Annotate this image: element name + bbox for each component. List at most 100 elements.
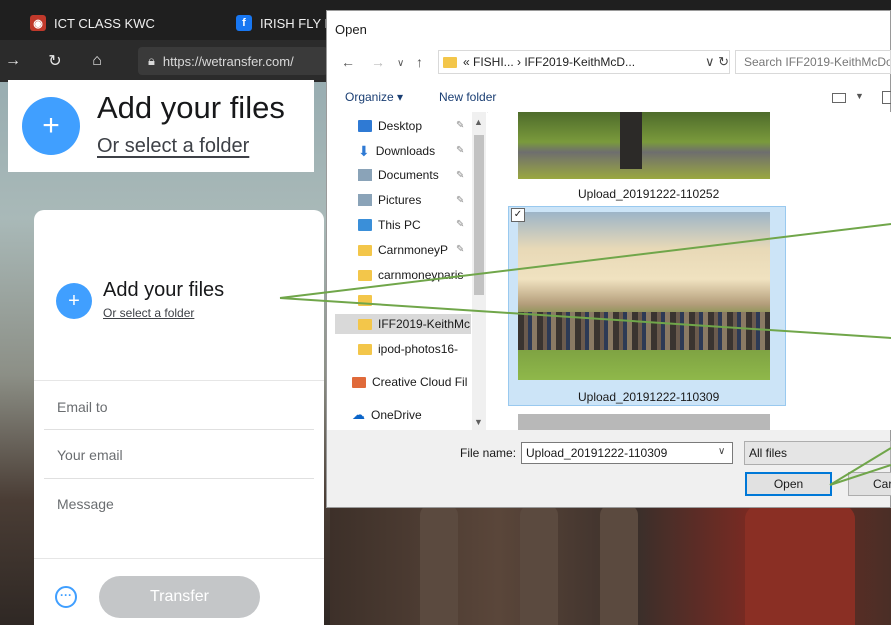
open-button[interactable]: Open: [745, 472, 832, 496]
nav-label: carnmoneyparis: [378, 268, 464, 282]
file-name[interactable]: Upload_20191222-110252: [578, 187, 719, 201]
nav-label: This PC: [378, 218, 421, 232]
scrollbar-thumb[interactable]: [474, 135, 484, 295]
transfer-button[interactable]: Transfer: [99, 576, 260, 618]
path-breadcrumb[interactable]: « FISHI... › IFF2019-KeithMcD...: [438, 50, 730, 74]
background-leg: [420, 505, 458, 625]
url-text: https://wetransfer.com/: [162, 53, 294, 69]
divider: [44, 429, 314, 430]
url-field[interactable]: 🔒︎ https://wetransfer.com/: [138, 47, 328, 75]
path-text: « FISHI... › IFF2019-KeithMcD...: [463, 55, 636, 69]
tab-ict-class[interactable]: ◉ ICT CLASS KWC: [30, 8, 155, 38]
folder-icon: [443, 56, 457, 68]
checkbox-icon[interactable]: ✓: [511, 208, 525, 222]
tab-label: IRISH FLY F: [260, 15, 333, 31]
tab-label: ICT CLASS KWC: [54, 15, 155, 31]
nav-folder[interactable]: ipod-photos16-: [358, 339, 458, 359]
nav-downloads[interactable]: ⬇ Downloads: [358, 141, 435, 161]
divider: [34, 380, 324, 381]
scroll-up-icon[interactable]: ▲: [474, 117, 483, 127]
nav-folder[interactable]: [358, 290, 372, 310]
forward-arrow-icon[interactable]: →: [371, 54, 385, 70]
transfer-panel: [34, 210, 324, 625]
nav-label: OneDrive: [371, 408, 422, 422]
up-arrow-icon[interactable]: ↑: [416, 54, 423, 70]
lock-icon: 🔒︎: [148, 53, 155, 68]
view-dropdown-icon[interactable]: ▼: [855, 91, 864, 101]
nav-label: Creative Cloud Fil: [372, 375, 468, 389]
refresh-icon[interactable]: ↻: [44, 50, 66, 72]
desktop-icon: [358, 120, 372, 132]
add-files-button[interactable]: +: [56, 283, 92, 319]
nav-onedrive[interactable]: ☁ OneDrive: [352, 405, 422, 425]
chevron-down-icon[interactable]: ∨: [718, 446, 725, 457]
nav-label: Pictures: [378, 193, 422, 207]
search-input[interactable]: Search IFF2019-KeithMcDo: [735, 50, 891, 74]
pictures-icon: [358, 194, 372, 206]
nav-folder[interactable]: carnmoneyparis: [358, 265, 463, 285]
callout-title: Add your files: [97, 90, 285, 125]
nav-desktop[interactable]: Desktop: [358, 116, 422, 136]
email-to-field[interactable]: Email to: [57, 399, 108, 415]
recent-dropdown-icon[interactable]: ∨: [397, 58, 404, 69]
home-icon[interactable]: ⌂: [86, 50, 108, 72]
folder-icon: [358, 244, 372, 256]
view-mode-icon[interactable]: [832, 93, 846, 103]
nav-creative-cloud[interactable]: Creative Cloud Fil: [352, 372, 467, 392]
pin-icon: ✎: [456, 195, 465, 206]
pin-icon: ✎: [456, 219, 465, 230]
organize-button[interactable]: Organize ▾: [345, 90, 403, 104]
preview-pane-icon[interactable]: [882, 91, 891, 104]
dialog-toolbar: [327, 84, 890, 113]
background-leg: [600, 505, 638, 625]
nav-this-pc[interactable]: This PC: [358, 215, 421, 235]
nav-folder[interactable]: CarnmoneyP: [358, 240, 448, 260]
computer-icon: [358, 219, 372, 231]
your-email-field[interactable]: Your email: [57, 447, 123, 463]
pin-icon: ✎: [456, 120, 465, 131]
folder-icon: [358, 343, 372, 355]
refresh-icon[interactable]: ∨ ↻: [705, 54, 729, 70]
background-coat: [745, 505, 855, 625]
background-leg: [520, 505, 558, 625]
more-options-icon[interactable]: ···: [55, 586, 77, 608]
cancel-button[interactable]: Car: [848, 472, 891, 496]
pin-icon: ✎: [456, 244, 465, 255]
file-type-select[interactable]: All files: [744, 441, 891, 465]
forward-icon[interactable]: →: [2, 50, 24, 72]
creative-cloud-icon: [352, 376, 366, 388]
add-files-title[interactable]: Add your files: [103, 279, 224, 302]
file-name-input[interactable]: Upload_20191222-110309: [521, 442, 733, 464]
thumbnail-person: [620, 112, 642, 169]
nav-label: Desktop: [378, 119, 423, 133]
owl-icon: ◉: [30, 15, 46, 31]
nav-label: CarnmoneyP: [378, 243, 449, 257]
download-icon: ⬇: [358, 142, 370, 159]
nav-pictures[interactable]: Pictures: [358, 190, 421, 210]
new-folder-button[interactable]: New folder: [439, 90, 496, 104]
file-name[interactable]: Upload_20191222-110309: [578, 390, 719, 404]
folder-icon: [358, 318, 372, 330]
file-thumbnail[interactable]: [518, 212, 770, 380]
message-field[interactable]: Message: [57, 496, 114, 512]
tab-irish-fly[interactable]: f IRISH FLY F: [236, 8, 332, 38]
pin-icon: ✎: [456, 145, 465, 156]
file-thumbnail[interactable]: [518, 414, 770, 430]
facebook-icon: f: [236, 15, 252, 31]
select-folder-link[interactable]: Or select a folder: [103, 306, 194, 320]
document-icon: [358, 169, 372, 181]
cloud-icon: ☁: [352, 407, 365, 422]
plus-icon: +: [22, 97, 80, 155]
scroll-down-icon[interactable]: ▼: [474, 417, 483, 427]
thumbnail-crowd: [518, 312, 770, 350]
back-arrow-icon[interactable]: ←: [341, 54, 355, 70]
nav-documents[interactable]: Documents: [358, 165, 439, 185]
nav-label: ipod-photos16-: [378, 342, 459, 356]
divider: [34, 558, 324, 559]
file-thumbnail[interactable]: [518, 112, 770, 179]
nav-folder-selected[interactable]: IFF2019-KeithMc: [335, 314, 471, 334]
file-name-label: File name:: [460, 446, 517, 460]
nav-label: Documents: [378, 168, 439, 182]
dialog-title: Open: [335, 22, 367, 37]
folder-icon: [358, 269, 372, 281]
